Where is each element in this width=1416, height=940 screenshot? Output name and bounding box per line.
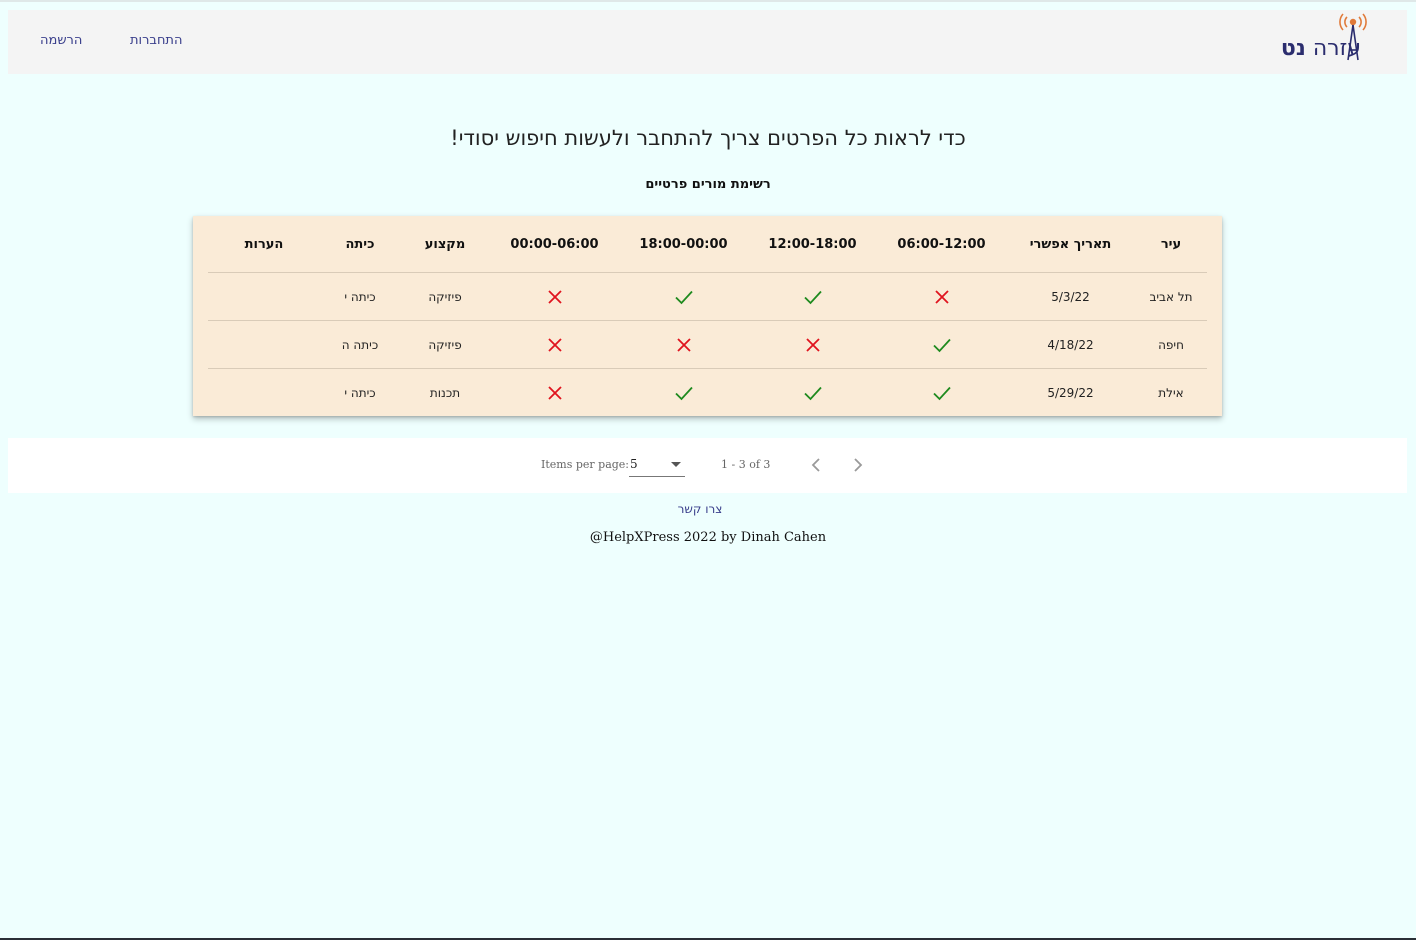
column-header-subject[interactable]: מקצוע [400,216,490,273]
login-link[interactable]: התחברות [130,33,182,48]
close-icon [676,337,691,352]
cell-date: 4/18/22 [1006,320,1135,369]
close-icon [547,337,562,352]
check-icon [674,386,693,400]
cell-slot-night [490,320,619,369]
column-header-date[interactable]: תאריך אפשרי [1006,216,1135,273]
cell-slot-night [490,272,619,321]
items-per-page-label: Items per page: [541,458,630,471]
paginator: Items per page: 5 1 - 3 of 3 [8,438,1407,493]
cell-slot-noon [748,272,877,321]
column-header-slot-morning[interactable]: 06:00-12:00 [877,216,1006,273]
check-icon [803,386,822,400]
table-body: תל אביב 5/3/22 פיזיקה כיתה י חיפה 4/18/22 פיזי… [208,272,1207,417]
copyright-text: @HelpXPress 2022 by Dinah Cahen [589,530,827,545]
cell-date: 5/3/22 [1006,272,1135,321]
cell-slot-noon [748,320,877,369]
page-size-value: 5 [630,457,638,471]
logo-text-light: עזרה [1312,36,1361,61]
cell-city: אילת [1158,385,1184,400]
contact-link[interactable]: צרו קשר [0,502,1400,516]
cell-city: חיפה [1135,320,1207,369]
column-header-notes[interactable]: הערות [208,216,320,273]
column-header-slot-night[interactable]: 00:00-06:00 [490,216,619,273]
column-header-grade[interactable]: כיתה [320,216,400,273]
close-icon [934,289,949,304]
cell-grade: כיתה י [320,272,400,321]
teachers-table-card: עיר תאריך אפשרי 06:00-12:00 12:00-18:00 … [193,216,1222,416]
table-row[interactable]: תל אביב 5/3/22 פיזיקה כיתה י [208,272,1207,321]
previous-page-button[interactable] [804,452,830,478]
check-icon [932,386,951,400]
check-icon [803,290,822,304]
chevron-left-icon [811,458,820,472]
cell-subject: תכנות [429,385,461,400]
cell-subject: פיזיקה [400,272,490,321]
cell-slot-night [490,369,619,417]
table-header-row: עיר תאריך אפשרי 06:00-12:00 12:00-18:00 … [208,216,1207,273]
page-title: כדי לראות כל הפרטים צריך להתחבר ולעשות ח… [450,126,966,150]
chevron-right-icon [854,458,863,472]
page-size-select[interactable]: 5 [629,454,685,477]
next-page-button[interactable] [844,452,870,478]
logo-text-bold: נט [1280,36,1306,61]
cell-notes [208,369,320,417]
table-caption: רשימת מורים פרטיים [645,177,771,192]
close-icon [547,289,562,304]
cell-slot-morning [877,369,1006,417]
register-link[interactable]: הרשמה [40,33,82,48]
table-row[interactable]: אילת 5/29/22 תכנות כיתה י [208,369,1207,417]
close-icon [805,337,820,352]
page: הרשמה התחברות עזרה נט כדי לראות כל הפרטי… [0,0,1416,940]
cell-slot-morning [877,320,1006,369]
page-range-label: 1 - 3 of 3 [721,458,771,471]
cell-notes [208,272,320,321]
cell-slot-evening [619,320,748,369]
cell-grade: כיתה י [344,385,376,400]
table-row[interactable]: חיפה 4/18/22 פיזיקה כיתה ה [208,320,1207,369]
column-header-slot-noon[interactable]: 12:00-18:00 [748,216,877,273]
dropdown-arrow-icon [671,462,681,467]
cell-date: 5/29/22 [1047,385,1094,400]
cell-slot-morning [877,272,1006,321]
column-header-city[interactable]: עיר [1135,216,1207,273]
cell-slot-evening [619,369,748,417]
cell-slot-evening [619,272,748,321]
check-icon [674,290,693,304]
column-header-slot-evening[interactable]: 18:00-00:00 [619,216,748,273]
teachers-table: עיר תאריך אפשרי 06:00-12:00 12:00-18:00 … [208,216,1207,416]
cell-subject: פיזיקה [400,320,490,369]
logo-text: עזרה נט [1281,36,1361,61]
top-toolbar: הרשמה התחברות עזרה נט [8,10,1407,74]
check-icon [932,338,951,352]
site-logo[interactable]: עזרה נט [1267,10,1377,70]
cell-grade: כיתה ה [320,320,400,369]
cell-slot-noon [748,369,877,417]
close-icon [547,385,562,400]
cell-city: תל אביב [1135,272,1207,321]
cell-notes [208,320,320,369]
